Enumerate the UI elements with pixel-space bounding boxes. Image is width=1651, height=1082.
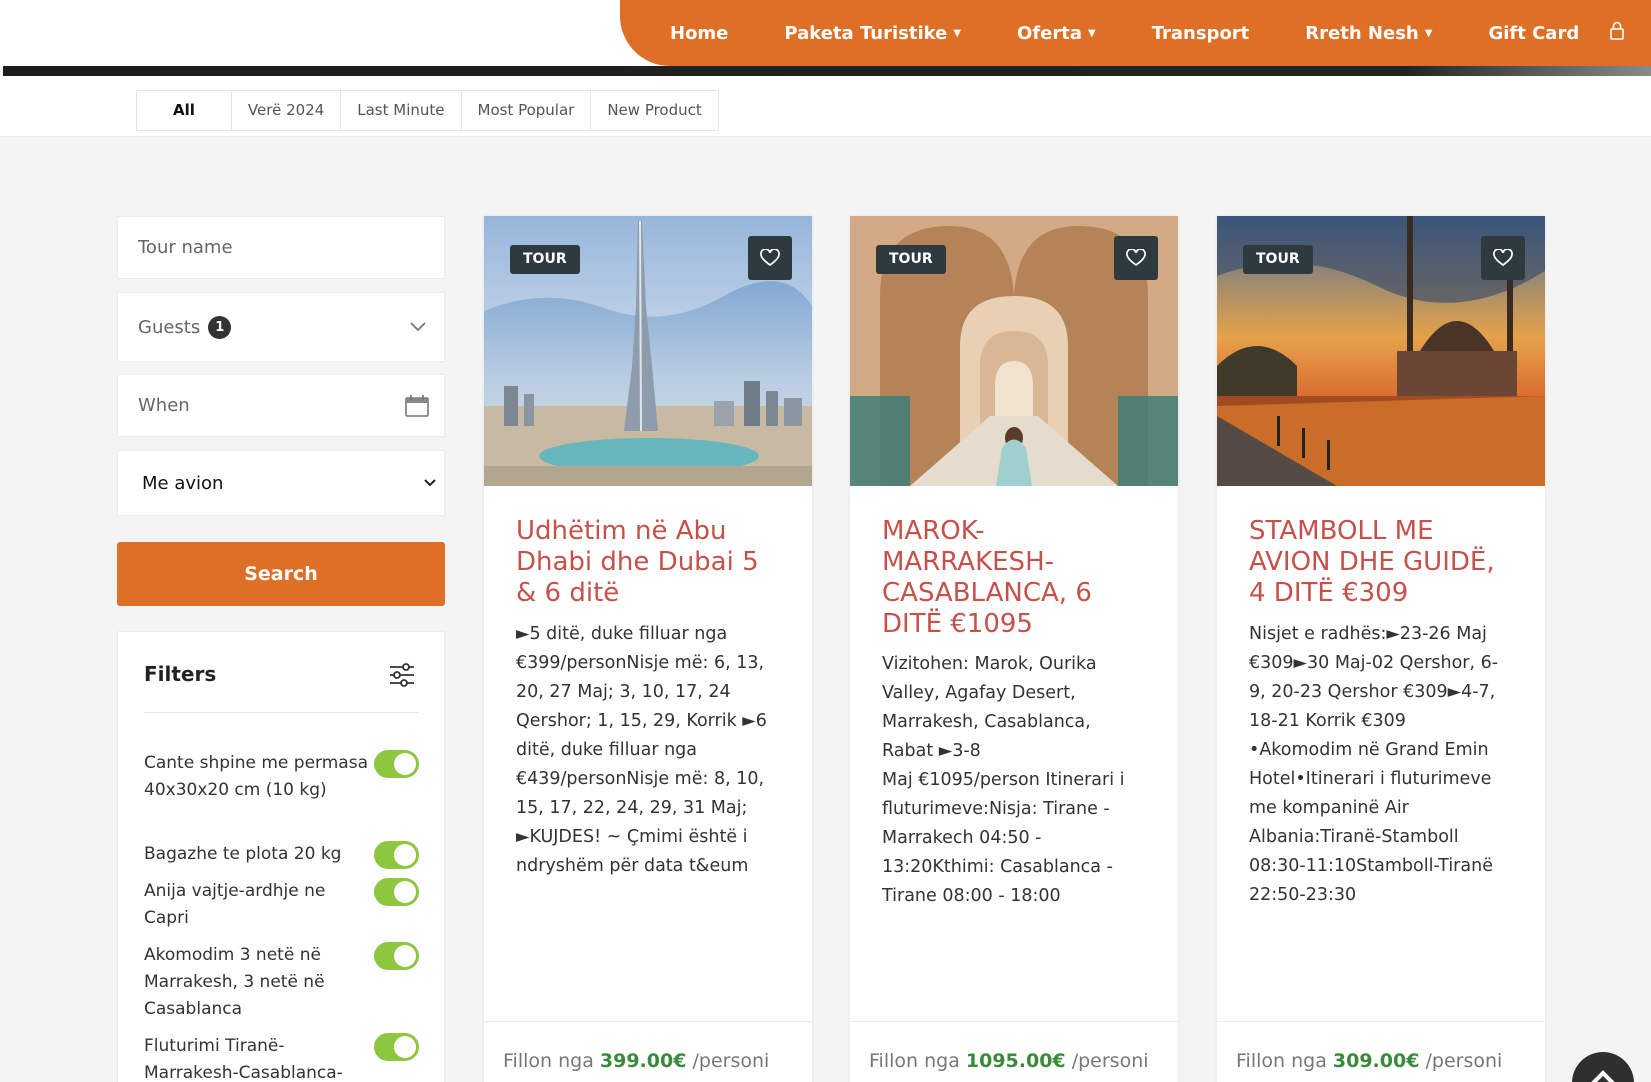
nav-home[interactable]: Home xyxy=(670,23,728,44)
price-amount: 309.00€ xyxy=(1332,1050,1420,1072)
sliders-icon[interactable] xyxy=(388,662,416,688)
filter-label: Fluturimi Tiranë-Marrakesh-Casablanca- xyxy=(144,1036,343,1082)
transport-select[interactable]: Me avion xyxy=(117,450,445,516)
wishlist-button[interactable] xyxy=(748,236,792,280)
price-prefix: Fillon nga xyxy=(869,1050,960,1072)
tour-name-placeholder: Tour name xyxy=(138,237,233,258)
nav-gift-card[interactable]: Gift Card xyxy=(1488,23,1579,44)
price-prefix: Fillon nga xyxy=(503,1050,594,1072)
filter-item: Anija vajtje-ardhje ne Capri xyxy=(144,878,424,932)
divider xyxy=(144,712,418,713)
guests-count-badge: 1 xyxy=(208,315,232,339)
caret-down-icon: ▼ xyxy=(1088,27,1096,39)
tour-price: Fillon nga 309.00€ /personi xyxy=(1236,1050,1502,1072)
filter-toggle[interactable] xyxy=(374,942,419,970)
filter-item: Bagazhe te plota 20 kg xyxy=(144,841,424,869)
heart-icon xyxy=(760,249,780,267)
hero-image-strip xyxy=(3,66,1651,76)
filter-item: Akomodim 3 netë në Marrakesh, 3 netë në … xyxy=(144,942,424,1023)
category-tab-bar: All Verë 2024 Last Minute Most Popular N… xyxy=(0,76,1651,137)
scroll-to-top-button[interactable] xyxy=(1572,1052,1634,1082)
tab-most-popular[interactable]: Most Popular xyxy=(462,91,592,130)
nav-gift-card-label: Gift Card xyxy=(1488,22,1580,44)
tab-new-product[interactable]: New Product xyxy=(591,91,717,130)
filter-toggle[interactable] xyxy=(374,1033,419,1061)
tour-price: Fillon nga 399.00€ /personi xyxy=(503,1050,769,1072)
lock-icon[interactable] xyxy=(1609,20,1625,40)
filters-panel: Filters Cante shpine me permasa 40x30x20… xyxy=(117,631,445,1082)
heart-icon xyxy=(1493,249,1513,267)
tour-price: Fillon nga 1095.00€ /personi xyxy=(869,1050,1149,1072)
site-header: Home Paketa Turistike ▼ Oferta ▼ Transport… xyxy=(0,0,1651,66)
filter-label: Cante shpine me permasa 40x30x20 cm (10 … xyxy=(144,753,368,800)
price-prefix: Fillon nga xyxy=(1236,1050,1327,1072)
filter-item: Cante shpine me permasa 40x30x20 cm (10 … xyxy=(144,750,424,804)
tab-last-minute[interactable]: Last Minute xyxy=(341,91,462,130)
nav-paketa-turistike[interactable]: Paketa Turistike ▼ xyxy=(784,23,961,44)
filter-label: Akomodim 3 netë në Marrakesh, 3 netë në … xyxy=(144,945,325,1019)
nav-home-label: Home xyxy=(670,22,729,44)
filter-item: Fluturimi Tiranë-Marrakesh-Casablanca- xyxy=(144,1033,424,1082)
tour-description: Nisjet e radhës:►23-26 Maj €309►30 Maj-0… xyxy=(1249,624,1499,905)
filter-label: Bagazhe te plota 20 kg xyxy=(144,844,342,864)
when-placeholder: When xyxy=(138,395,190,416)
price-amount: 1095.00€ xyxy=(965,1050,1066,1072)
divider xyxy=(484,1021,812,1022)
nav-rreth-nesh-label: Rreth Nesh xyxy=(1305,22,1419,44)
tour-title[interactable]: STAMBOLL ME AVION DHE GUIDË, 4 DITË €309 xyxy=(1249,516,1519,609)
filter-toggle[interactable] xyxy=(374,878,419,906)
filter-toggle[interactable] xyxy=(374,841,419,869)
filters-title: Filters xyxy=(144,662,217,686)
wishlist-button[interactable] xyxy=(1114,236,1158,280)
nav-transport[interactable]: Transport xyxy=(1152,23,1250,44)
nav-oferta[interactable]: Oferta ▼ xyxy=(1017,23,1096,44)
price-suffix: /personi xyxy=(692,1050,770,1072)
wishlist-button[interactable] xyxy=(1481,236,1525,280)
nav-oferta-label: Oferta xyxy=(1017,22,1082,44)
heart-icon xyxy=(1126,249,1146,267)
guests-dropdown[interactable]: Guests 1 xyxy=(117,292,445,362)
tour-badge: TOUR xyxy=(1243,245,1313,274)
tour-name-input[interactable]: Tour name xyxy=(117,216,445,279)
divider xyxy=(1217,1021,1545,1022)
tour-card[interactable]: TOUR MAROK- MARRAKESH- CASABLANCA, 6 DIT… xyxy=(850,216,1178,1082)
transport-selected-value: Me avion xyxy=(142,472,224,494)
nav-rreth-nesh[interactable]: Rreth Nesh ▼ xyxy=(1305,23,1432,44)
tour-description: Vizitohen: Marok, Ourika Valley, Agafay … xyxy=(882,654,1125,906)
caret-down-icon: ▼ xyxy=(1424,27,1433,39)
nav-transport-label: Transport xyxy=(1151,22,1250,44)
tour-badge: TOUR xyxy=(876,245,946,274)
nav-paketa-label: Paketa Turistike xyxy=(784,22,948,44)
filter-toggle[interactable] xyxy=(374,750,419,778)
category-tabs: All Verë 2024 Last Minute Most Popular N… xyxy=(136,90,719,131)
tour-badge: TOUR xyxy=(510,245,580,274)
tab-all[interactable]: All xyxy=(137,91,232,130)
tour-card[interactable]: TOUR STAMBOLL ME AVION DHE GUIDË, 4 DITË… xyxy=(1217,216,1545,1082)
price-amount: 399.00€ xyxy=(599,1050,687,1072)
caret-down-icon: ▼ xyxy=(953,27,962,39)
tab-vere-2024[interactable]: Verë 2024 xyxy=(232,91,342,130)
tour-description: ►5 ditë, duke filluar nga €399/personNis… xyxy=(516,624,767,876)
chevron-down-icon xyxy=(424,479,436,487)
divider xyxy=(850,1021,1178,1022)
price-suffix: /personi xyxy=(1425,1050,1503,1072)
tour-card[interactable]: TOUR Udhëtim në Abu Dhabi dhe Dubai 5 & … xyxy=(484,216,812,1082)
calendar-icon[interactable] xyxy=(404,394,430,418)
chevron-down-icon xyxy=(410,322,426,332)
filter-label: Anija vajtje-ardhje ne Capri xyxy=(144,881,326,928)
guests-label: Guests xyxy=(138,316,201,338)
tour-title[interactable]: Udhëtim në Abu Dhabi dhe Dubai 5 & 6 dit… xyxy=(516,516,786,609)
main-nav: Home Paketa Turistike ▼ Oferta ▼ Transport… xyxy=(620,0,1651,66)
search-button[interactable]: Search xyxy=(117,542,445,606)
date-input[interactable]: When xyxy=(117,374,445,437)
tour-title[interactable]: MAROK- MARRAKESH- CASABLANCA, 6 DITË €10… xyxy=(882,516,1152,640)
price-suffix: /personi xyxy=(1071,1050,1149,1072)
